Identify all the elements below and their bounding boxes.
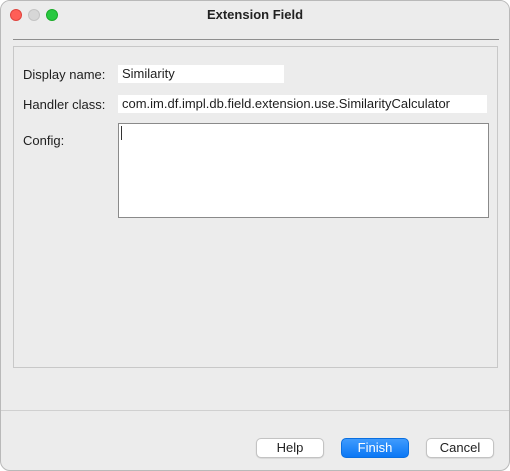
text-caret (121, 126, 122, 140)
extension-field-dialog: Extension Field Display name: Similarity… (0, 0, 510, 471)
cancel-button[interactable]: Cancel (426, 438, 494, 458)
title-bar: Extension Field (1, 1, 509, 29)
window-title: Extension Field (206, 7, 304, 22)
handler-class-field[interactable]: com.im.df.impl.db.field.extension.use.Si… (118, 95, 487, 113)
config-label: Config: (23, 133, 65, 148)
config-textarea[interactable] (118, 123, 489, 218)
help-button[interactable]: Help (256, 438, 324, 458)
display-name-field[interactable]: Similarity (118, 65, 284, 83)
top-separator (13, 39, 499, 40)
finish-button[interactable]: Finish (341, 438, 409, 458)
bottom-separator (1, 410, 509, 411)
handler-class-label: Handler class: (23, 97, 106, 112)
display-name-label: Display name: (23, 67, 106, 82)
